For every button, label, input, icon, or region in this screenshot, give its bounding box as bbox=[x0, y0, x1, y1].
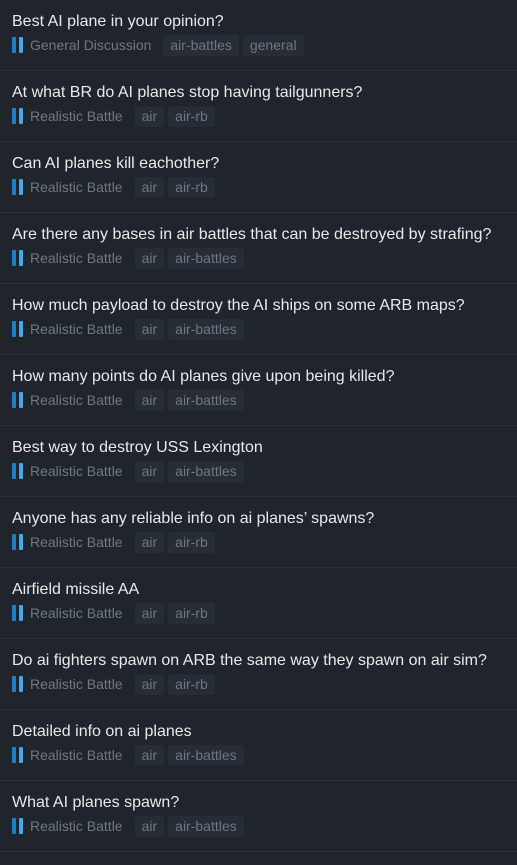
category-name: Realistic Battle bbox=[30, 250, 123, 266]
tag[interactable]: air-rb bbox=[168, 176, 215, 198]
category-badge[interactable]: Realistic Battle bbox=[12, 178, 135, 196]
topic-row[interactable]: Best way to destroy USS Lexington Realis… bbox=[0, 426, 517, 497]
topic-meta: Realistic Battle air air-rb bbox=[12, 673, 505, 695]
topic-row[interactable]: How much payload to destroy the AI ships… bbox=[0, 284, 517, 355]
tag[interactable]: air-rb bbox=[168, 105, 215, 127]
tag[interactable]: air-battles bbox=[168, 460, 244, 482]
category-color-bars-icon bbox=[12, 463, 23, 479]
tag[interactable]: air-rb bbox=[168, 602, 215, 624]
tag[interactable]: air bbox=[134, 673, 165, 695]
category-badge[interactable]: Realistic Battle bbox=[12, 675, 135, 693]
topic-meta: Realistic Battle air air-battles bbox=[12, 318, 505, 340]
topic-title-link[interactable]: At what BR do AI planes stop having tail… bbox=[12, 83, 505, 103]
category-name: Realistic Battle bbox=[30, 676, 123, 692]
tag[interactable]: air-rb bbox=[168, 673, 215, 695]
category-badge[interactable]: Realistic Battle bbox=[12, 391, 135, 409]
category-badge[interactable]: Realistic Battle bbox=[12, 604, 135, 622]
tag[interactable]: air bbox=[134, 460, 165, 482]
tag[interactable]: air bbox=[134, 815, 165, 837]
topic-title-link[interactable]: Do ai fighters spawn on ARB the same way… bbox=[12, 651, 505, 671]
topic-title-link[interactable]: Detailed info on ai planes bbox=[12, 722, 505, 742]
tag[interactable]: air-battles bbox=[168, 389, 244, 411]
topic-row[interactable]: Airfield missile AA Realistic Battle air… bbox=[0, 568, 517, 639]
tag[interactable]: air-battles bbox=[168, 815, 244, 837]
topic-meta: Realistic Battle air air-rb bbox=[12, 105, 505, 127]
category-badge[interactable]: Realistic Battle bbox=[12, 107, 135, 125]
topic-row[interactable]: Can AI planes kill eachother? Realistic … bbox=[0, 142, 517, 213]
category-color-bars-icon bbox=[12, 605, 23, 621]
topic-meta: General Discussion air-battles general bbox=[12, 34, 505, 56]
topic-title-link[interactable]: How much payload to destroy the AI ships… bbox=[12, 296, 505, 316]
category-color-bars-icon bbox=[12, 179, 23, 195]
tag[interactable]: air bbox=[134, 318, 165, 340]
tag[interactable]: air bbox=[134, 105, 165, 127]
topic-meta: Realistic Battle air air-battles bbox=[12, 247, 505, 269]
topic-meta: Realistic Battle air air-rb bbox=[12, 176, 505, 198]
category-badge[interactable]: Realistic Battle bbox=[12, 249, 135, 267]
topic-meta: Realistic Battle air air-battles bbox=[12, 460, 505, 482]
category-badge[interactable]: General Discussion bbox=[12, 36, 163, 54]
topic-row[interactable]: Anyone has any reliable info on ai plane… bbox=[0, 497, 517, 568]
topic-title-link[interactable]: Can AI planes kill eachother? bbox=[12, 154, 505, 174]
topic-row[interactable]: Do ai fighters spawn on ARB the same way… bbox=[0, 639, 517, 710]
category-name: Realistic Battle bbox=[30, 818, 123, 834]
category-badge[interactable]: Realistic Battle bbox=[12, 746, 135, 764]
category-color-bars-icon bbox=[12, 108, 23, 124]
tag[interactable]: air bbox=[134, 247, 165, 269]
category-color-bars-icon bbox=[12, 818, 23, 834]
category-badge[interactable]: Realistic Battle bbox=[12, 320, 135, 338]
tag[interactable]: air bbox=[134, 176, 165, 198]
category-color-bars-icon bbox=[12, 321, 23, 337]
category-color-bars-icon bbox=[12, 534, 23, 550]
topic-meta: Realistic Battle air air-battles bbox=[12, 815, 505, 837]
category-name: Realistic Battle bbox=[30, 747, 123, 763]
topic-title-link[interactable]: Best AI plane in your opinion? bbox=[12, 12, 505, 32]
tag[interactable]: general bbox=[242, 34, 304, 56]
topic-meta: Realistic Battle air air-rb bbox=[12, 531, 505, 553]
topic-title-link[interactable]: How many points do AI planes give upon b… bbox=[12, 367, 505, 387]
topic-title-link[interactable]: What AI planes spawn? bbox=[12, 793, 505, 813]
category-name: Realistic Battle bbox=[30, 534, 123, 550]
topic-list: Best AI plane in your opinion? General D… bbox=[0, 0, 517, 852]
topic-meta: Realistic Battle air air-battles bbox=[12, 389, 505, 411]
category-color-bars-icon bbox=[12, 392, 23, 408]
category-name: General Discussion bbox=[30, 37, 152, 53]
category-name: Realistic Battle bbox=[30, 463, 123, 479]
category-color-bars-icon bbox=[12, 250, 23, 266]
category-name: Realistic Battle bbox=[30, 108, 123, 124]
category-badge[interactable]: Realistic Battle bbox=[12, 533, 135, 551]
category-color-bars-icon bbox=[12, 676, 23, 692]
topic-meta: Realistic Battle air air-rb bbox=[12, 602, 505, 624]
category-name: Realistic Battle bbox=[30, 392, 123, 408]
category-name: Realistic Battle bbox=[30, 321, 123, 337]
tag[interactable]: air-battles bbox=[163, 34, 239, 56]
tag[interactable]: air bbox=[134, 744, 165, 766]
topic-title-link[interactable]: Best way to destroy USS Lexington bbox=[12, 438, 505, 458]
tag[interactable]: air bbox=[134, 602, 165, 624]
category-badge[interactable]: Realistic Battle bbox=[12, 817, 135, 835]
topic-row[interactable]: Detailed info on ai planes Realistic Bat… bbox=[0, 710, 517, 781]
topic-row[interactable]: Are there any bases in air battles that … bbox=[0, 213, 517, 284]
category-color-bars-icon bbox=[12, 747, 23, 763]
tag[interactable]: air-battles bbox=[168, 247, 244, 269]
topic-title-link[interactable]: Anyone has any reliable info on ai plane… bbox=[12, 509, 505, 529]
topic-title-link[interactable]: Airfield missile AA bbox=[12, 580, 505, 600]
tag[interactable]: air bbox=[134, 531, 165, 553]
category-name: Realistic Battle bbox=[30, 605, 123, 621]
topic-title-link[interactable]: Are there any bases in air battles that … bbox=[12, 225, 505, 245]
topic-meta: Realistic Battle air air-battles bbox=[12, 744, 505, 766]
topic-row[interactable]: At what BR do AI planes stop having tail… bbox=[0, 71, 517, 142]
tag[interactable]: air bbox=[134, 389, 165, 411]
topic-row[interactable]: What AI planes spawn? Realistic Battle a… bbox=[0, 781, 517, 852]
topic-row[interactable]: Best AI plane in your opinion? General D… bbox=[0, 0, 517, 71]
category-badge[interactable]: Realistic Battle bbox=[12, 462, 135, 480]
tag[interactable]: air-battles bbox=[168, 318, 244, 340]
topic-row[interactable]: How many points do AI planes give upon b… bbox=[0, 355, 517, 426]
category-color-bars-icon bbox=[12, 37, 23, 53]
tag[interactable]: air-battles bbox=[168, 744, 244, 766]
category-name: Realistic Battle bbox=[30, 179, 123, 195]
tag[interactable]: air-rb bbox=[168, 531, 215, 553]
